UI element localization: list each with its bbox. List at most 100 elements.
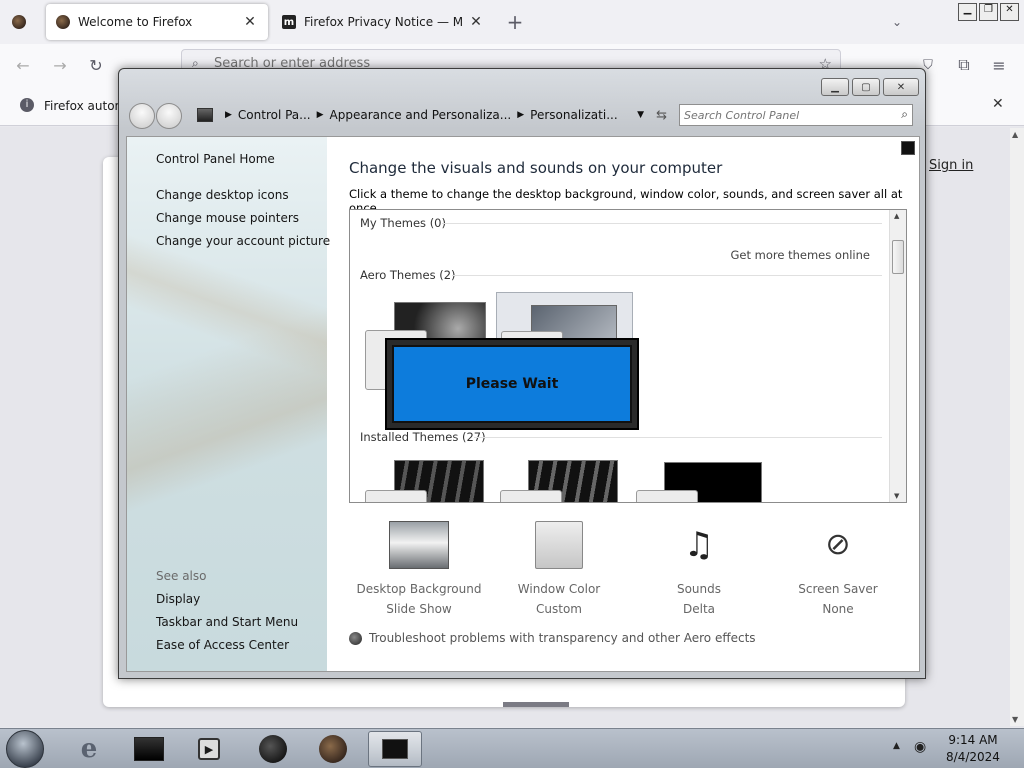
media-center-icon[interactable] — [122, 731, 176, 767]
desktop-background-icon — [389, 521, 449, 569]
notice-text: Firefox autom — [44, 99, 127, 113]
breadcrumb-separator-icon: ▶ — [225, 110, 232, 120]
refresh-icon[interactable]: ⇆ — [656, 108, 667, 123]
search-box[interactable]: ⌕ — [679, 104, 913, 126]
please-wait-text: Please Wait — [392, 345, 632, 423]
theme-color-card — [500, 490, 562, 502]
taskbar: e ▶ ▲ ◉ 9:14 AM 8/4/2024 — [0, 728, 1024, 768]
personalization-taskbar-icon[interactable] — [368, 731, 422, 767]
link-taskbar-start-menu[interactable]: Taskbar and Start Menu — [156, 615, 298, 629]
control-panel-icon — [197, 108, 213, 122]
tab-privacy-notice[interactable]: m Firefox Privacy Notice — Mozill ✕ — [272, 4, 494, 40]
new-tab-button[interactable]: + — [502, 9, 528, 35]
help-icon[interactable] — [901, 141, 915, 155]
link-control-panel-home[interactable]: Control Panel Home — [156, 152, 275, 166]
please-wait-dialog: Please Wait — [385, 338, 639, 430]
close-icon[interactable]: ✕ — [1000, 3, 1019, 21]
scrollbar-thumb[interactable] — [892, 240, 904, 274]
firefox-favicon-icon — [56, 15, 70, 29]
window-color-value: Custom — [536, 602, 582, 616]
tab-title: Firefox Privacy Notice — Mozill — [304, 15, 462, 29]
firefox-taskbar-icon[interactable] — [306, 731, 360, 767]
divider — [452, 275, 882, 276]
info-icon: i — [20, 98, 34, 112]
troubleshoot-icon — [349, 631, 362, 645]
page-scrollbar[interactable]: ▲ ▼ — [1010, 128, 1024, 726]
link-change-mouse-pointers[interactable]: Change mouse pointers — [156, 211, 299, 225]
restore-icon[interactable]: ❐ — [979, 3, 998, 21]
mozilla-favicon-icon: m — [282, 15, 296, 29]
media-player-icon[interactable]: ▶ — [182, 731, 236, 767]
maximize-icon[interactable]: ▢ — [852, 78, 880, 96]
theme-list-scrollbar[interactable]: ▲ ▼ — [889, 210, 906, 502]
window-color-label: Window Color — [517, 582, 601, 596]
reload-icon[interactable]: ↻ — [83, 52, 109, 78]
search-icon[interactable]: ⌕ — [901, 107, 908, 122]
link-change-account-picture[interactable]: Change your account picture — [156, 234, 330, 248]
breadcrumb-item[interactable]: Control Pa... — [238, 108, 311, 122]
tab-title: Welcome to Firefox — [78, 15, 193, 29]
globe-icon[interactable] — [246, 731, 300, 767]
menu-hamburger-icon[interactable]: ≡ — [986, 52, 1012, 78]
volume-icon[interactable]: ◉ — [914, 739, 926, 755]
breadcrumb-item[interactable]: Personalizati... — [530, 108, 617, 122]
scroll-down-icon[interactable]: ▼ — [894, 492, 899, 500]
sign-in-link[interactable]: Sign in — [929, 158, 973, 173]
internet-explorer-icon[interactable]: e — [62, 731, 116, 767]
troubleshoot-link[interactable]: Troubleshoot problems with transparency … — [349, 631, 756, 645]
sounds-label: Sounds — [676, 582, 722, 596]
firefox-view-icon[interactable] — [6, 9, 32, 35]
minimize-icon[interactable]: ▁ — [821, 78, 849, 96]
breadcrumb-separator-icon: ▶ — [316, 110, 324, 120]
close-icon[interactable]: ✕ — [883, 78, 919, 96]
search-input[interactable] — [680, 105, 888, 125]
system-clock[interactable]: 9:14 AM 8/4/2024 — [938, 732, 1008, 766]
breadcrumb-item[interactable]: Appearance and Personaliza... — [330, 108, 512, 122]
show-hidden-icons-icon[interactable]: ▲ — [893, 741, 900, 751]
screen-saver-no-icon: ⊘ — [825, 527, 851, 562]
back-forward-buttons — [129, 103, 183, 129]
screen-saver-button[interactable]: ⊘ Screen Saver None — [768, 517, 908, 619]
window-color-button[interactable]: Window Color Custom — [489, 517, 629, 619]
carousel-indicator — [503, 702, 569, 707]
link-display[interactable]: Display — [156, 592, 200, 606]
theme-color-card — [365, 490, 427, 502]
scroll-up-icon[interactable]: ▲ — [1012, 130, 1018, 139]
back-arrow-icon[interactable] — [129, 103, 155, 129]
screen-saver-label: Screen Saver — [798, 582, 878, 596]
see-also-heading: See also — [156, 569, 207, 583]
breadcrumb-separator-icon: ▶ — [517, 110, 525, 120]
scroll-up-icon[interactable]: ▲ — [894, 212, 899, 220]
window-color-icon — [535, 521, 583, 569]
close-notice-icon[interactable]: ✕ — [992, 96, 1004, 112]
link-ease-of-access[interactable]: Ease of Access Center — [156, 638, 289, 652]
troubleshoot-label: Troubleshoot problems with transparency … — [369, 631, 756, 645]
tab-welcome[interactable]: Welcome to Firefox ✕ — [46, 4, 268, 40]
my-themes-heading: My Themes (0) — [360, 216, 446, 230]
minimize-icon[interactable]: ▁ — [958, 3, 977, 21]
breadcrumb[interactable]: ▶ Control Pa... ▶ Appearance and Persona… — [197, 103, 667, 127]
screen-saver-value: None — [822, 602, 854, 616]
forward-arrow-icon[interactable] — [156, 103, 182, 129]
divider — [474, 437, 882, 438]
desktop-background-button[interactable]: Desktop Background Slide Show — [349, 517, 489, 619]
host-window-controls: ▁ ❐ ✕ — [958, 3, 1020, 21]
link-change-desktop-icons[interactable]: Change desktop icons — [156, 188, 289, 202]
start-button[interactable] — [6, 730, 44, 768]
sounds-button[interactable]: ♫ Sounds Delta — [629, 517, 769, 619]
history-dropdown-icon[interactable]: ▼ — [637, 110, 644, 120]
close-tab-icon[interactable]: ✕ — [242, 14, 258, 30]
back-arrow-icon[interactable]: ← — [10, 52, 36, 78]
divider — [442, 223, 882, 224]
list-tabs-chevron-down-icon[interactable]: ⌄ — [884, 9, 910, 35]
extensions-puzzle-icon[interactable]: ⧉ — [951, 52, 977, 78]
aero-themes-heading: Aero Themes (2) — [360, 268, 456, 282]
close-tab-icon[interactable]: ✕ — [468, 14, 484, 30]
forward-arrow-icon[interactable]: → — [47, 52, 73, 78]
scroll-down-icon[interactable]: ▼ — [1012, 715, 1018, 724]
page-title: Change the visuals and sounds on your co… — [349, 159, 723, 177]
get-more-themes-link[interactable]: Get more themes online — [731, 248, 870, 262]
theme-color-card — [636, 490, 698, 502]
installed-themes-heading: Installed Themes (27) — [360, 430, 486, 444]
browser-tab-strip: Welcome to Firefox ✕ m Firefox Privacy N… — [0, 0, 1024, 44]
